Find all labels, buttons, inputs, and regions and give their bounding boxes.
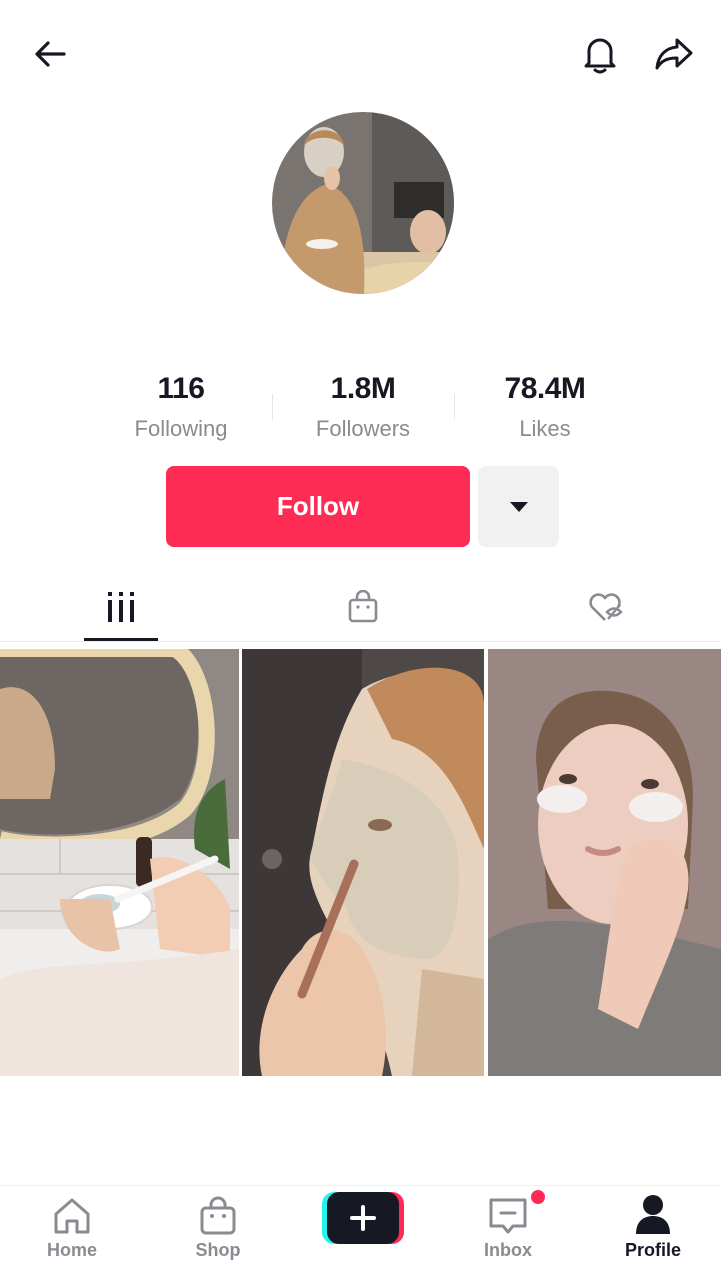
tab-liked[interactable] [546, 572, 666, 642]
liked-hidden-icon [589, 593, 623, 621]
arrow-left-icon [35, 41, 66, 67]
nav-inbox[interactable]: Inbox [453, 1186, 563, 1281]
thumbnail-clay-mask [242, 649, 484, 1076]
stat-label: Followers [315, 416, 411, 441]
follow-button[interactable]: Follow [166, 466, 470, 547]
share-button[interactable] [650, 30, 698, 78]
shopping-bag-icon [200, 1196, 236, 1235]
back-button[interactable] [26, 30, 74, 78]
inbox-notification-dot [531, 1190, 545, 1204]
top-bar [0, 0, 721, 110]
video-thumbnail[interactable] [242, 649, 484, 1076]
thumbnail-eye-patches [488, 649, 721, 1076]
video-thumbnail[interactable] [488, 649, 721, 1076]
suggested-accounts-button[interactable] [478, 466, 559, 547]
profile-person-icon [636, 1195, 670, 1234]
tab-shop[interactable] [303, 572, 423, 642]
video-thumbnail[interactable] [0, 649, 239, 1076]
video-grid [0, 649, 721, 1076]
nav-label: Inbox [484, 1240, 532, 1260]
active-tab-indicator [84, 638, 158, 641]
nav-profile[interactable]: Profile [598, 1186, 708, 1281]
caret-down-icon [509, 501, 528, 512]
nav-label: Shop [195, 1240, 241, 1260]
shopping-bag-icon [348, 590, 378, 623]
home-icon [54, 1198, 90, 1234]
nav-shop[interactable]: Shop [163, 1186, 273, 1281]
stat-label: Following [134, 416, 228, 441]
nav-label: Home [46, 1240, 97, 1260]
videos-grid-icon [108, 592, 134, 622]
avatar-image [272, 112, 454, 294]
stat-value: 78.4M [504, 372, 586, 405]
plus-icon [322, 1192, 404, 1244]
share-arrow-icon [655, 38, 693, 70]
tab-videos[interactable] [61, 572, 181, 642]
nav-label: Profile [624, 1240, 681, 1260]
thumbnail-mixing-mask [0, 649, 239, 1076]
nav-home[interactable]: Home [17, 1186, 127, 1281]
stat-value: 116 [157, 372, 205, 405]
notifications-button[interactable] [576, 30, 624, 78]
stat-likes[interactable]: 78.4M Likes [454, 368, 636, 458]
content-tabs [0, 572, 721, 642]
stat-followers[interactable]: 1.8M Followers [272, 368, 454, 458]
stat-value: 1.8M [330, 372, 396, 405]
stat-label: Likes [519, 416, 571, 441]
stat-following[interactable]: 116 Following [90, 368, 272, 458]
profile-avatar[interactable] [272, 112, 454, 294]
bell-icon [584, 38, 616, 74]
inbox-message-icon [489, 1198, 527, 1234]
profile-stats: 116 Following 1.8M Followers 78.4M Likes [90, 368, 636, 458]
create-button[interactable] [322, 1192, 404, 1244]
